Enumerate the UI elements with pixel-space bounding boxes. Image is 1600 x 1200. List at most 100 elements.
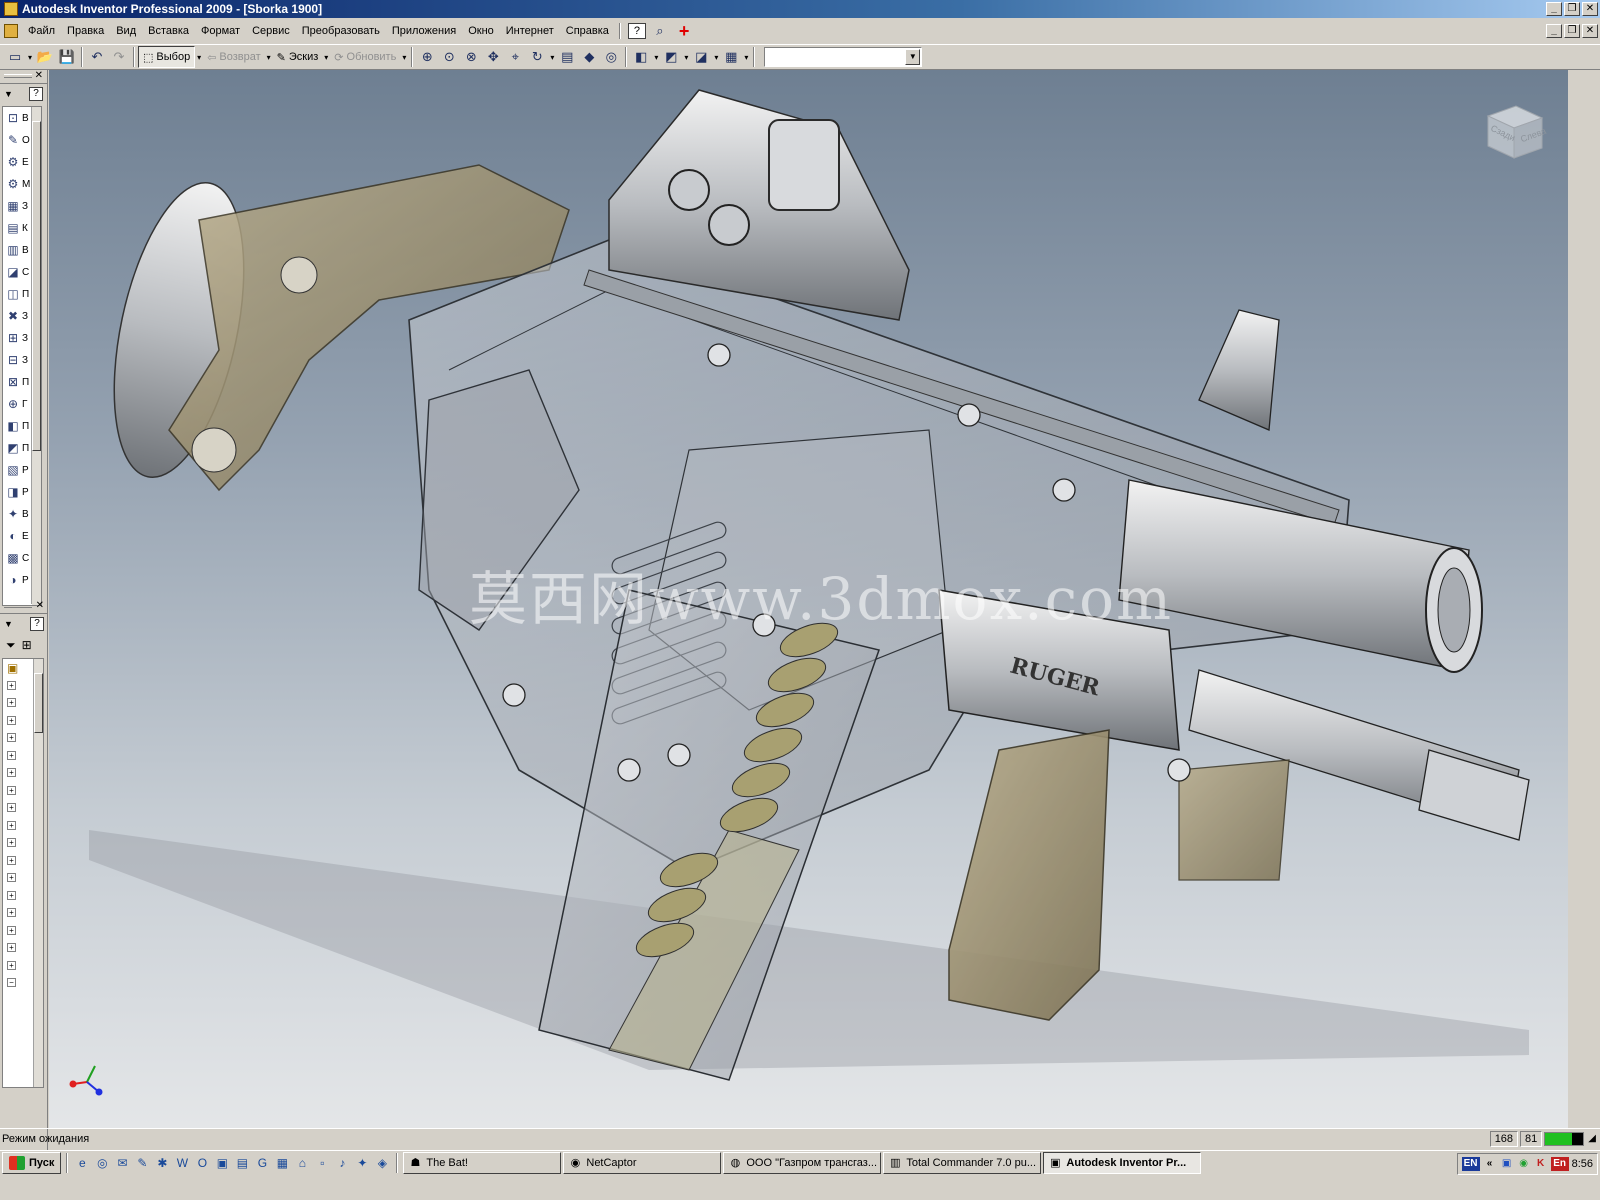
display-mode-icon[interactable]: ◧	[630, 46, 652, 68]
expand-icon[interactable]: +	[7, 960, 16, 970]
select-dropdown-icon[interactable]: ▾	[195, 53, 203, 62]
new-file-icon[interactable]: ▭	[4, 46, 26, 68]
add-red-plus-icon[interactable]: +	[679, 22, 690, 40]
color-style-combo[interactable]: ▼	[764, 47, 923, 67]
return-dropdown-icon[interactable]: ▾	[265, 53, 273, 62]
menu-convert[interactable]: Преобразовать	[296, 23, 386, 39]
browser-view-icon[interactable]: ⊞	[22, 638, 32, 652]
expand-icon[interactable]: +	[7, 733, 16, 743]
menu-internet[interactable]: Интернет	[500, 23, 560, 39]
tree-scrollbar[interactable]	[33, 659, 43, 1087]
expand-icon[interactable]: +	[7, 890, 16, 900]
zoom-window-icon[interactable]: ⊙	[438, 46, 460, 68]
minimize-button[interactable]: _	[1546, 2, 1562, 16]
restore-button[interactable]: ❐	[1564, 2, 1580, 16]
section-dropdown-icon[interactable]: ▾	[712, 53, 720, 62]
expand-icon[interactable]: +	[7, 943, 16, 953]
expand-icon[interactable]: +	[7, 768, 16, 778]
panel-menu-dropdown-icon[interactable]: ▼	[4, 89, 13, 99]
expand-icon[interactable]: +	[7, 785, 16, 795]
paint-icon[interactable]: ◈	[373, 1154, 391, 1172]
zoom-icon[interactable]: ⊗	[460, 46, 482, 68]
expand-icon[interactable]: +	[7, 680, 16, 690]
browser-close-icon[interactable]: ✕	[36, 600, 44, 611]
close-button[interactable]: ✕	[1582, 2, 1598, 16]
language-indicator[interactable]: EN	[1461, 1157, 1480, 1171]
tool-list-scrollbar[interactable]	[31, 107, 41, 605]
menu-tools[interactable]: Сервис	[246, 23, 296, 39]
filter-icon[interactable]: ⏷	[6, 638, 16, 653]
task-gazprom-browser[interactable]: ◍ ООО "Газпром трансгаз...	[723, 1152, 882, 1174]
display-mode-dropdown-icon[interactable]: ▾	[652, 53, 660, 62]
combo-arrow-icon[interactable]: ▼	[905, 49, 921, 65]
menu-edit[interactable]: Правка	[61, 23, 110, 39]
menu-insert[interactable]: Вставка	[142, 23, 195, 39]
network-icon[interactable]: ⌂	[293, 1154, 311, 1172]
task-autodesk-inventor[interactable]: ▣ Autodesk Inventor Pr...	[1043, 1152, 1202, 1174]
orbit-dropdown-icon[interactable]: ▾	[548, 53, 556, 62]
update-dropdown-icon[interactable]: ▾	[400, 53, 408, 62]
components-icon[interactable]: ▦	[720, 46, 742, 68]
menu-file[interactable]: Файл	[22, 23, 61, 39]
start-button[interactable]: Пуск	[2, 1152, 62, 1174]
game-icon[interactable]: ✦	[353, 1154, 371, 1172]
ie-icon[interactable]: e	[73, 1154, 91, 1172]
expand-icon[interactable]: −	[7, 978, 16, 988]
sketch-button[interactable]: ✎ Эскиз	[273, 46, 323, 68]
pan-icon[interactable]: ✥	[482, 46, 504, 68]
folder-icon[interactable]: ▤	[233, 1154, 251, 1172]
sketch-dropdown-icon[interactable]: ▾	[322, 53, 330, 62]
task-total-commander[interactable]: ▥ Total Commander 7.0 pu...	[883, 1152, 1042, 1174]
shaded-display-icon[interactable]: ◆	[578, 46, 600, 68]
open-file-icon[interactable]: 📂	[34, 46, 56, 68]
zoom-selected-icon[interactable]: ⌖	[504, 46, 526, 68]
menu-view[interactable]: Вид	[110, 23, 142, 39]
pen-icon[interactable]: ✎	[133, 1154, 151, 1172]
view-cube[interactable]: Сзади Слева	[1478, 98, 1548, 164]
update-button[interactable]: ⟳ Обновить	[330, 46, 400, 68]
doc-restore-button[interactable]: ❐	[1564, 24, 1580, 38]
expand-icon[interactable]: +	[7, 855, 16, 865]
section-view-icon[interactable]: ◪	[690, 46, 712, 68]
panel-close-icon[interactable]: ✕	[35, 70, 43, 81]
desktop-icon[interactable]: ◎	[93, 1154, 111, 1172]
whats-this-icon[interactable]: ⌕	[649, 20, 671, 42]
expand-icon[interactable]: +	[7, 838, 16, 848]
network-tray-icon[interactable]: ▣	[1500, 1157, 1514, 1171]
expand-icon[interactable]: +	[7, 925, 16, 935]
tray-expand-icon[interactable]: «	[1483, 1157, 1497, 1171]
return-button[interactable]: ⇦ Возврат	[203, 46, 264, 68]
panel-grip[interactable]	[4, 74, 32, 78]
task-netcaptor[interactable]: ◉ NetCaptor	[563, 1152, 722, 1174]
save-icon[interactable]: 💾	[56, 46, 78, 68]
expand-icon[interactable]: +	[7, 803, 16, 813]
new-dropdown-icon[interactable]: ▾	[26, 53, 34, 62]
expand-icon[interactable]: +	[7, 715, 16, 725]
expand-icon[interactable]: +	[7, 750, 16, 760]
expand-icon[interactable]: +	[7, 820, 16, 830]
expand-icon[interactable]: +	[7, 873, 16, 883]
menu-help[interactable]: Справка	[560, 23, 615, 39]
calculator-icon[interactable]: ▦	[273, 1154, 291, 1172]
document-icon[interactable]	[4, 24, 18, 38]
outlook-express-icon[interactable]: O	[193, 1154, 211, 1172]
clock[interactable]: 8:56	[1572, 1158, 1593, 1170]
shadow-icon[interactable]: ◩	[660, 46, 682, 68]
save-disk-icon[interactable]: ▫	[313, 1154, 331, 1172]
undo-icon[interactable]: ↶	[86, 46, 108, 68]
browser-grip[interactable]	[4, 604, 32, 608]
graphics-viewport[interactable]: RUGER 莫西网www.3dmox.com Сзади Слева	[49, 70, 1568, 1128]
antivirus-tray-icon[interactable]: ◉	[1517, 1157, 1531, 1171]
tools-icon[interactable]: ✱	[153, 1154, 171, 1172]
browser-help-icon[interactable]: ?	[30, 617, 44, 631]
tray-language-icon[interactable]: En	[1550, 1157, 1569, 1171]
look-at-icon[interactable]: ▤	[556, 46, 578, 68]
help-icon[interactable]: ?	[627, 23, 646, 39]
orbit-icon[interactable]: ↻	[526, 46, 548, 68]
panel-help-icon[interactable]: ?	[29, 87, 43, 101]
media-icon[interactable]: ♪	[333, 1154, 351, 1172]
inventor-app-icon[interactable]	[4, 2, 18, 16]
outlook-icon[interactable]: ✉	[113, 1154, 131, 1172]
menu-window[interactable]: Окно	[462, 23, 500, 39]
menu-format[interactable]: Формат	[195, 23, 246, 39]
